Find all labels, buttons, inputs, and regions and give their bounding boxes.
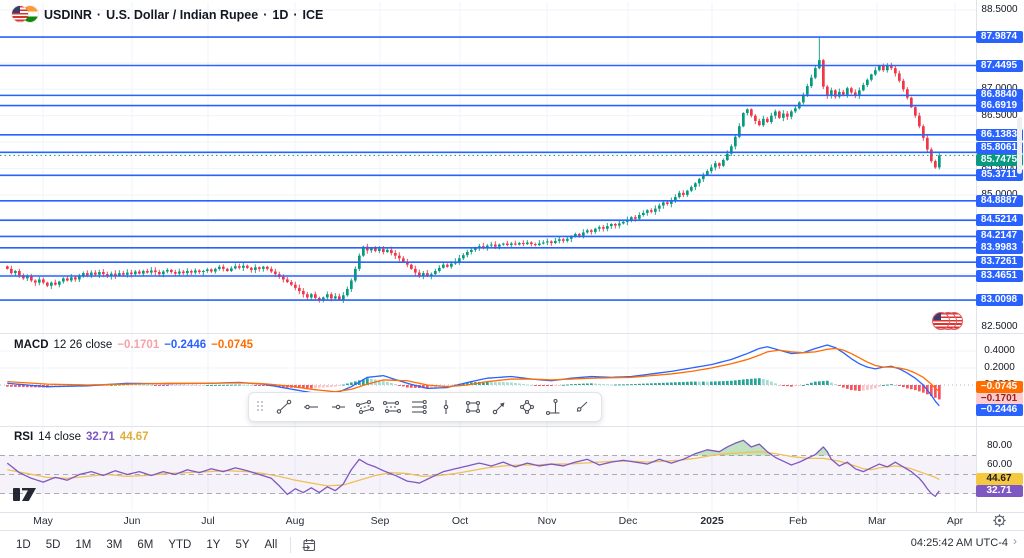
price-badge: 87.4495 [976,60,1023,72]
time-axis-label: Nov [538,515,557,527]
time-axis-label: Apr [947,515,963,527]
price-badge: 85.7475 [976,154,1023,166]
price-badge: 84.5214 [976,214,1023,226]
bottom-toolbar: 1D5D1M3M6MYTD1Y5YAll [0,531,1024,558]
fib-retracement-icon[interactable] [407,395,431,419]
pane-separator-macd[interactable] [0,333,1024,334]
macd-signal-value: −0.0745 [211,339,253,351]
chevron-right-icon[interactable]: › [1013,534,1017,548]
price-badge: −0.0745 [976,381,1023,393]
price-scale-handle[interactable] [1017,117,1022,174]
axis-label: 0.2000 [976,362,1023,374]
time-axis[interactable]: May Jun Jul Aug Sep Oct Nov Dec 2025 Feb Mar Apr [0,512,1024,530]
time-axis-label: Jun [124,515,141,527]
chart-interval[interactable]: 1D [272,8,288,22]
range-button-1Y[interactable]: 1Y [200,536,226,554]
macd-legend[interactable]: MACD 12 26 close −0.1701 −0.2446 −0.0745 [14,339,253,351]
symbol-legend[interactable]: USDINR · U.S. Dollar / Indian Rupee · 1D… [12,6,323,23]
time-axis-label: Sep [371,515,390,527]
trend-angle-icon[interactable] [542,395,566,419]
price-badge: 84.8887 [976,195,1023,207]
ray-icon[interactable] [569,395,593,419]
macd-hist-value: −0.1701 [117,339,159,351]
exchange-name: ICE [303,8,324,22]
rsi-value: 32.71 [86,431,115,443]
price-badge: −0.1701 [976,393,1023,405]
legend-separator: · [293,8,297,22]
tradingview-logo[interactable] [13,485,37,507]
axis-label: 88.5000 [976,4,1023,16]
disjoint-channel-icon[interactable] [380,395,404,419]
price-axis[interactable]: 88.500087.000086.500085.500085.000082.50… [976,0,1024,512]
time-axis-label: Oct [452,515,468,527]
price-badge: 83.9983 [976,242,1023,254]
range-button-All[interactable]: All [259,536,284,554]
time-axis-label: Jul [201,515,214,527]
pane-separator-rsi[interactable] [0,426,1024,427]
time-axis-settings-gear-icon[interactable] [992,513,1007,533]
symbol-flags-icon [12,6,39,23]
range-button-3M[interactable]: 3M [100,536,128,554]
macd-line-value: −0.2446 [164,339,206,351]
clock[interactable]: 04:25:42 AM UTC-4 [911,537,1008,549]
price-badge: 86.6919 [976,100,1023,112]
toolbar-drag-handle[interactable] [257,401,265,413]
rectangle-icon[interactable] [461,395,485,419]
price-badge: 87.9874 [976,31,1023,43]
legend-separator: · [263,8,267,22]
price-badge: 83.0098 [976,294,1023,306]
chart-plot-area[interactable] [0,0,976,530]
price-badge: 86.1383 [976,129,1023,141]
rsi-params: 14 close [38,431,81,443]
rsi-ma-value: 44.67 [120,431,149,443]
symbol-description: U.S. Dollar / Indian Rupee [106,8,258,22]
time-axis-label: May [33,515,53,527]
rotated-rectangle-icon[interactable] [515,395,539,419]
price-badge: 85.8061 [976,142,1023,154]
chart-window: 88.500087.000086.500085.500085.000082.50… [0,0,1024,558]
price-badge: 84.2147 [976,230,1023,242]
horizontal-line-icon[interactable] [299,395,323,419]
price-badge: 85.3711 [976,169,1023,181]
range-button-1M[interactable]: 1M [69,536,97,554]
drawing-toolbar[interactable] [248,392,602,422]
horizontal-ray-icon[interactable] [326,395,350,419]
price-badge: 32.71 [976,485,1023,497]
macd-title: MACD [14,339,49,351]
range-button-5D[interactable]: 5D [40,536,67,554]
axis-label: 82.5000 [976,321,1023,333]
axis-label: 80.00 [976,440,1023,452]
price-badge: 86.8840 [976,89,1023,101]
price-badge: 83.4651 [976,270,1023,282]
time-axis-label: Dec [619,515,638,527]
price-badge: 44.67 [976,473,1023,485]
rsi-legend[interactable]: RSI 14 close 32.71 44.67 [14,431,149,443]
trend-line-icon[interactable] [272,395,296,419]
series-flags-icon[interactable] [932,311,964,329]
axis-label: 0.4000 [976,345,1023,357]
range-button-1D[interactable]: 1D [10,536,37,554]
macd-params: 12 26 close [54,339,113,351]
go-to-date-calendar-icon[interactable] [298,534,320,556]
symbol-name: USDINR [44,8,92,22]
time-axis-label: Feb [789,515,807,527]
arrow-icon[interactable] [488,395,512,419]
parallel-channel-icon[interactable] [353,395,377,419]
vertical-line-icon[interactable] [434,395,458,419]
range-button-YTD[interactable]: YTD [162,536,197,554]
legend-separator: · [97,8,101,22]
time-axis-label: Aug [286,515,305,527]
price-badge: −0.2446 [976,404,1023,416]
time-axis-label: Mar [868,515,886,527]
range-button-6M[interactable]: 6M [131,536,159,554]
price-badge: 83.7261 [976,256,1023,268]
rsi-title: RSI [14,431,33,443]
range-button-5Y[interactable]: 5Y [229,536,255,554]
toolbar-divider [290,537,291,553]
axis-label: 60.00 [976,459,1023,471]
candles [6,37,941,303]
time-axis-label: 2025 [700,515,723,527]
rsi-pane [0,440,976,496]
